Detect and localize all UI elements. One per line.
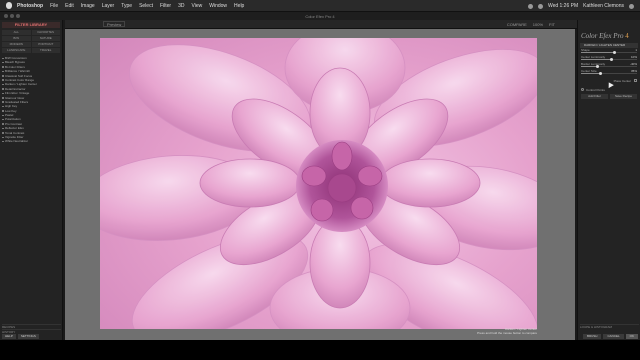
wifi-icon[interactable]: [527, 3, 533, 9]
category-bw[interactable]: B/W: [2, 36, 31, 41]
menu-edit[interactable]: Edit: [65, 3, 74, 9]
zoom-fit-button[interactable]: FIT: [549, 22, 555, 27]
save-recipe-button[interactable]: Save Recipe: [610, 94, 637, 99]
close-window-icon[interactable]: [4, 14, 8, 18]
slider-knob[interactable]: [596, 65, 600, 68]
product-version: 4: [625, 32, 629, 40]
dahlia-flower-image: [100, 38, 537, 329]
window-title: Color Efex Pro 4: [305, 13, 335, 19]
slider-knob[interactable]: [610, 58, 614, 61]
toolbar-right-group: COMPARE 100% FIT: [507, 22, 555, 27]
category-modern[interactable]: MODERN: [2, 42, 31, 47]
apple-icon[interactable]: [6, 2, 12, 9]
ok-button[interactable]: OK: [625, 334, 638, 339]
menu-clock[interactable]: Wed 1:26 PM: [548, 3, 578, 9]
slider-shape[interactable]: Shape 1: [581, 48, 637, 55]
menu-image[interactable]: Image: [81, 3, 95, 9]
menu-filter[interactable]: Filter: [160, 3, 171, 9]
compare-button[interactable]: COMPARE: [507, 22, 527, 27]
filter-list-item[interactable]: White Neutralizer: [2, 139, 60, 143]
slider-fill: [581, 66, 598, 67]
photo-caption-hint: Press and hold the mouse button to compa…: [477, 330, 537, 335]
add-filter-button[interactable]: Add Filter: [581, 94, 608, 99]
cancel-button[interactable]: CANCEL: [603, 334, 624, 339]
menu-layer[interactable]: Layer: [102, 3, 115, 9]
control-point-buttons: Add Filter Save Recipe: [581, 94, 637, 99]
slider-track[interactable]: [581, 72, 637, 75]
product-title: Color Efex Pro 4: [581, 32, 640, 40]
slider-center-luminosity[interactable]: Center Luminosity 10%: [581, 55, 637, 62]
slider-border-luminosity[interactable]: Border Luminosity -40%: [581, 62, 637, 69]
category-portrait[interactable]: PORTRAIT: [31, 42, 60, 47]
place-center-label: Place Center: [613, 79, 631, 83]
loupe-histogram-section[interactable]: LOUPE & HISTOGRAM: [580, 324, 639, 329]
filter-controls-panel: Color Efex Pro 4 DARKEN / LIGHTEN CENTER…: [577, 20, 640, 340]
menu-bar: Photoshop File Edit Image Layer Type Sel…: [0, 0, 640, 12]
category-nature[interactable]: NATURE: [31, 36, 60, 41]
slider-track[interactable]: [581, 65, 637, 68]
filter-list: B/W Conversion Bleach Bypass Bi-Color Fi…: [2, 56, 60, 144]
menu-type[interactable]: Type: [121, 3, 132, 9]
slider-track[interactable]: [581, 58, 637, 61]
filter-category-grid: ALL FAVORITES B/W NATURE MODERN PORTRAIT…: [2, 30, 60, 53]
category-travel[interactable]: TRAVEL: [31, 48, 60, 53]
filter-library-panel: FILTER LIBRARY ALL FAVORITES B/W NATURE …: [0, 20, 63, 340]
slider-center-size[interactable]: Center Size 35%: [581, 69, 637, 76]
settings-button[interactable]: SETTINGS: [17, 334, 39, 339]
slider-fill: [581, 52, 615, 53]
slider-track[interactable]: [581, 51, 637, 54]
photo-caption: Darken / Lighten Center Press and hold t…: [477, 327, 537, 335]
zoom-100-button[interactable]: 100%: [533, 22, 543, 27]
menu-help[interactable]: Help: [234, 3, 244, 9]
battery-icon[interactable]: [537, 3, 543, 9]
menu-3d[interactable]: 3D: [178, 3, 184, 9]
product-name: Color Efex Pro: [581, 32, 624, 40]
filter-library-title[interactable]: FILTER LIBRARY: [2, 22, 60, 28]
menu-view[interactable]: View: [192, 3, 203, 9]
category-favorites[interactable]: FAVORITES: [31, 30, 60, 35]
menu-status-area: Wed 1:26 PM Kathleen Clemons: [527, 0, 634, 12]
search-icon[interactable]: [629, 3, 634, 9]
category-landscape[interactable]: LANDSCAPE: [2, 48, 31, 53]
preview-button[interactable]: Preview: [103, 21, 126, 27]
bottom-letterbox: [0, 340, 640, 360]
preview-canvas[interactable]: Darken / Lighten Center Press and hold t…: [65, 29, 575, 340]
left-bottom-buttons: HELP SETTINGS: [2, 334, 39, 339]
minimize-window-icon[interactable]: [10, 14, 14, 18]
menu-app-name[interactable]: Photoshop: [17, 3, 43, 9]
control-points-label: Control Points: [586, 87, 605, 92]
slider-knob[interactable]: [613, 51, 617, 54]
menu-select[interactable]: Select: [139, 3, 153, 9]
window-title-bar: Color Efex Pro 4: [0, 12, 640, 20]
zoom-window-icon[interactable]: [16, 14, 20, 18]
preview-toolbar: Preview COMPARE 100% FIT: [65, 20, 585, 29]
slider-knob[interactable]: [599, 72, 603, 75]
control-points-toggle-icon[interactable]: [581, 88, 584, 91]
brush-button[interactable]: BRUSH: [582, 334, 602, 339]
dahlia-photo[interactable]: [100, 38, 537, 329]
help-button[interactable]: HELP: [2, 334, 16, 339]
place-center-checkbox[interactable]: [634, 79, 637, 82]
menu-file[interactable]: File: [50, 3, 58, 9]
category-all[interactable]: ALL: [2, 30, 31, 35]
menu-window[interactable]: Window: [209, 3, 227, 9]
menu-user[interactable]: Kathleen Clemons: [583, 3, 624, 9]
window-controls: [4, 14, 20, 18]
slider-fill: [581, 73, 601, 74]
right-bottom-buttons: BRUSH CANCEL OK: [582, 334, 638, 339]
slider-fill: [581, 59, 612, 60]
